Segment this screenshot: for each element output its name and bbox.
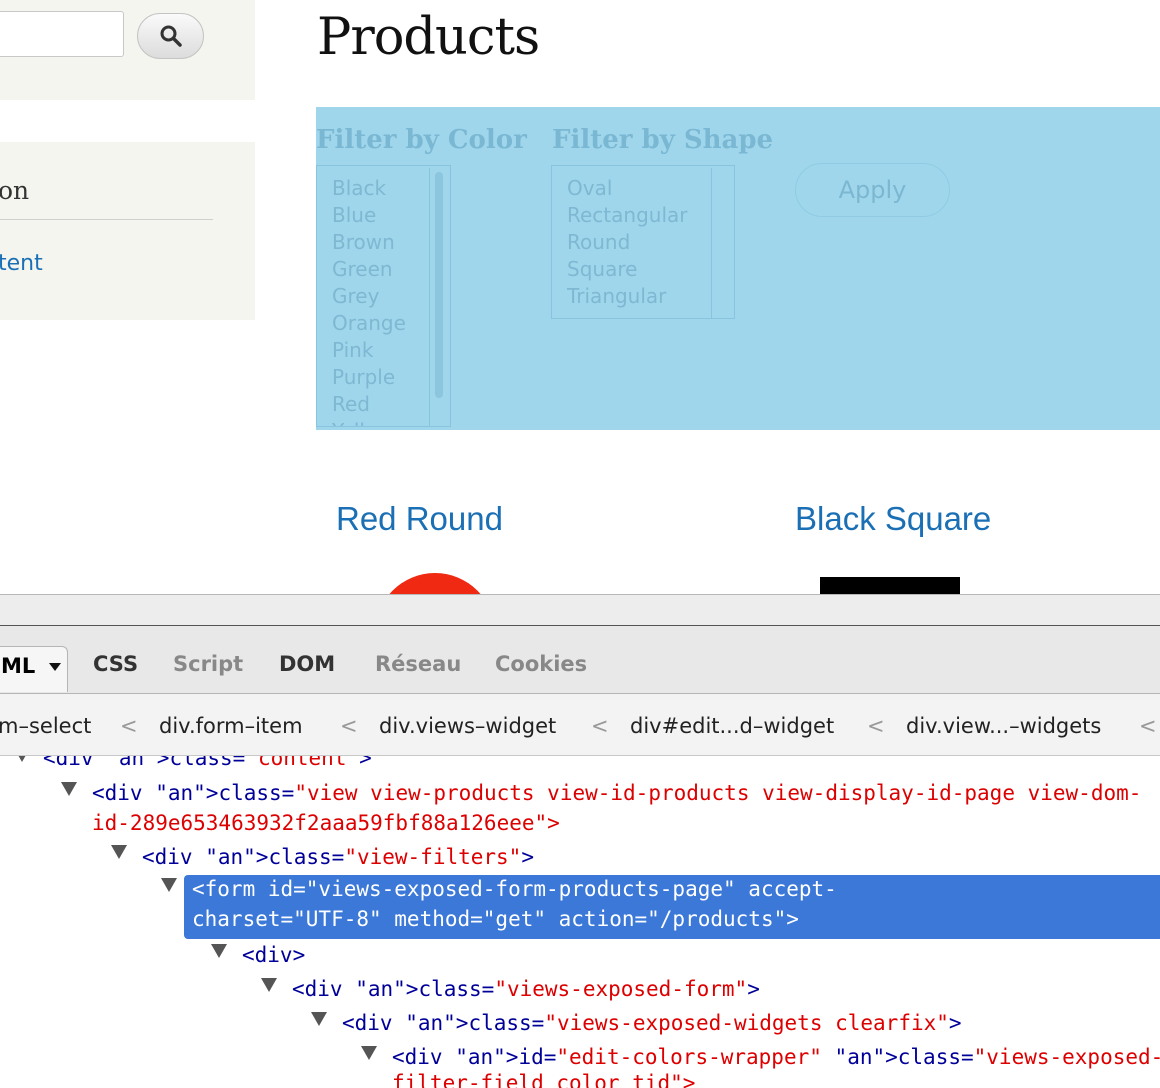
breadcrumb-item[interactable]: div.views–widget — [379, 714, 556, 738]
tree-node-continuation[interactable]: filter-field_color_tid"> — [392, 1071, 695, 1088]
filter-shape-label: Filter by Shape — [552, 125, 774, 155]
shape-option[interactable]: Rectangular — [552, 202, 734, 229]
tab-html-label: ML — [1, 654, 36, 678]
tab-css[interactable]: CSS — [93, 652, 138, 676]
sidebar-link[interactable]: tent — [0, 251, 43, 276]
expand-arrow-icon[interactable] — [14, 756, 30, 762]
html-tree: <div "an">class="content"> <div "an">cla… — [0, 756, 1160, 1088]
shape-select[interactable]: Oval Rectangular Round Square Triangular — [551, 165, 735, 319]
breadcrumb-separator: < — [1139, 714, 1157, 738]
color-select[interactable]: Black Blue Brown Green Grey Orange Pink … — [316, 165, 451, 427]
expand-arrow-icon[interactable] — [161, 878, 177, 892]
search-button[interactable] — [137, 13, 204, 59]
sidebar-block-title: on — [0, 176, 30, 205]
selected-tree-node[interactable]: <form id="views-exposed-form-products-pa… — [184, 875, 1160, 939]
apply-button[interactable]: Apply — [795, 163, 950, 217]
shape-option[interactable]: Oval — [552, 175, 734, 202]
sidebar-navigation-block — [0, 142, 255, 320]
sidebar-search-block — [0, 0, 255, 100]
sidebar-divider — [0, 219, 213, 220]
devtools-panel: ML CSS Script DOM Réseau Cookies m–selec… — [0, 626, 1160, 1088]
tree-node-continuation[interactable]: id-289e653463932f2aaa59fbf88a126eee"> — [92, 811, 560, 835]
expand-arrow-icon[interactable] — [111, 845, 127, 859]
scroll-thumb[interactable] — [435, 172, 443, 398]
search-icon — [160, 25, 182, 47]
filter-color-label: Filter by Color — [316, 125, 527, 155]
breadcrumb-separator: < — [867, 714, 885, 738]
tree-node[interactable]: <div "an">class="view view-products view… — [92, 781, 1141, 805]
breadcrumb: m–select < div.form–item < div.views–wid… — [0, 694, 1160, 756]
breadcrumb-item[interactable]: div.form–item — [159, 714, 303, 738]
expand-arrow-icon[interactable] — [311, 1012, 327, 1026]
tree-node[interactable]: <div "an">class="views-exposed-widgets c… — [342, 1011, 962, 1035]
search-input[interactable] — [0, 11, 124, 57]
tree-node[interactable]: <form id="views-exposed-form-products-pa… — [192, 877, 837, 901]
tab-dom[interactable]: DOM — [279, 652, 335, 676]
tree-node[interactable]: <div "an">class="content"> — [43, 756, 372, 770]
expand-arrow-icon[interactable] — [361, 1046, 377, 1060]
color-select-scrollbar[interactable] — [429, 168, 450, 426]
chevron-down-icon — [48, 663, 61, 671]
breadcrumb-item[interactable]: div#edit...d–widget — [630, 714, 834, 738]
tree-node[interactable]: <div "an">id="edit-colors-wrapper" "an">… — [392, 1045, 1160, 1069]
breadcrumb-item[interactable]: div.view...–widgets — [906, 714, 1101, 738]
expand-arrow-icon[interactable] — [61, 782, 77, 796]
expand-arrow-icon[interactable] — [261, 978, 277, 992]
breadcrumb-separator: < — [340, 714, 358, 738]
shape-option[interactable]: Square — [552, 256, 734, 283]
product-link-red-round[interactable]: Red Round — [336, 500, 503, 538]
view-filters-form: Filter by Color Filter by Shape Black Bl… — [316, 107, 1160, 430]
shape-option[interactable]: Round — [552, 229, 734, 256]
breadcrumb-separator: < — [120, 714, 138, 738]
breadcrumb-item[interactable]: m–select — [0, 714, 91, 738]
tree-node[interactable]: <div "an">class="view-filters"> — [142, 845, 534, 869]
page-title: Products — [317, 8, 540, 67]
devtools-tabbar: ML CSS Script DOM Réseau Cookies — [0, 626, 1160, 694]
product-link-black-square[interactable]: Black Square — [795, 500, 991, 538]
devtools-splitter[interactable] — [0, 594, 1160, 630]
tab-reseau[interactable]: Réseau — [375, 652, 461, 676]
tab-script[interactable]: Script — [173, 652, 243, 676]
tree-node-continuation[interactable]: charset="UTF-8" method="get" action="/pr… — [192, 907, 799, 931]
tree-node[interactable]: <div "an">class="views-exposed-form"> — [292, 977, 760, 1001]
expand-arrow-icon[interactable] — [211, 944, 227, 958]
tab-cookies[interactable]: Cookies — [495, 652, 587, 676]
shape-option[interactable]: Triangular — [552, 283, 734, 310]
shape-select-scrollbar[interactable] — [711, 168, 734, 318]
breadcrumb-separator: < — [591, 714, 609, 738]
tree-node[interactable]: <div> — [242, 943, 305, 967]
tab-html[interactable]: ML — [0, 646, 68, 692]
